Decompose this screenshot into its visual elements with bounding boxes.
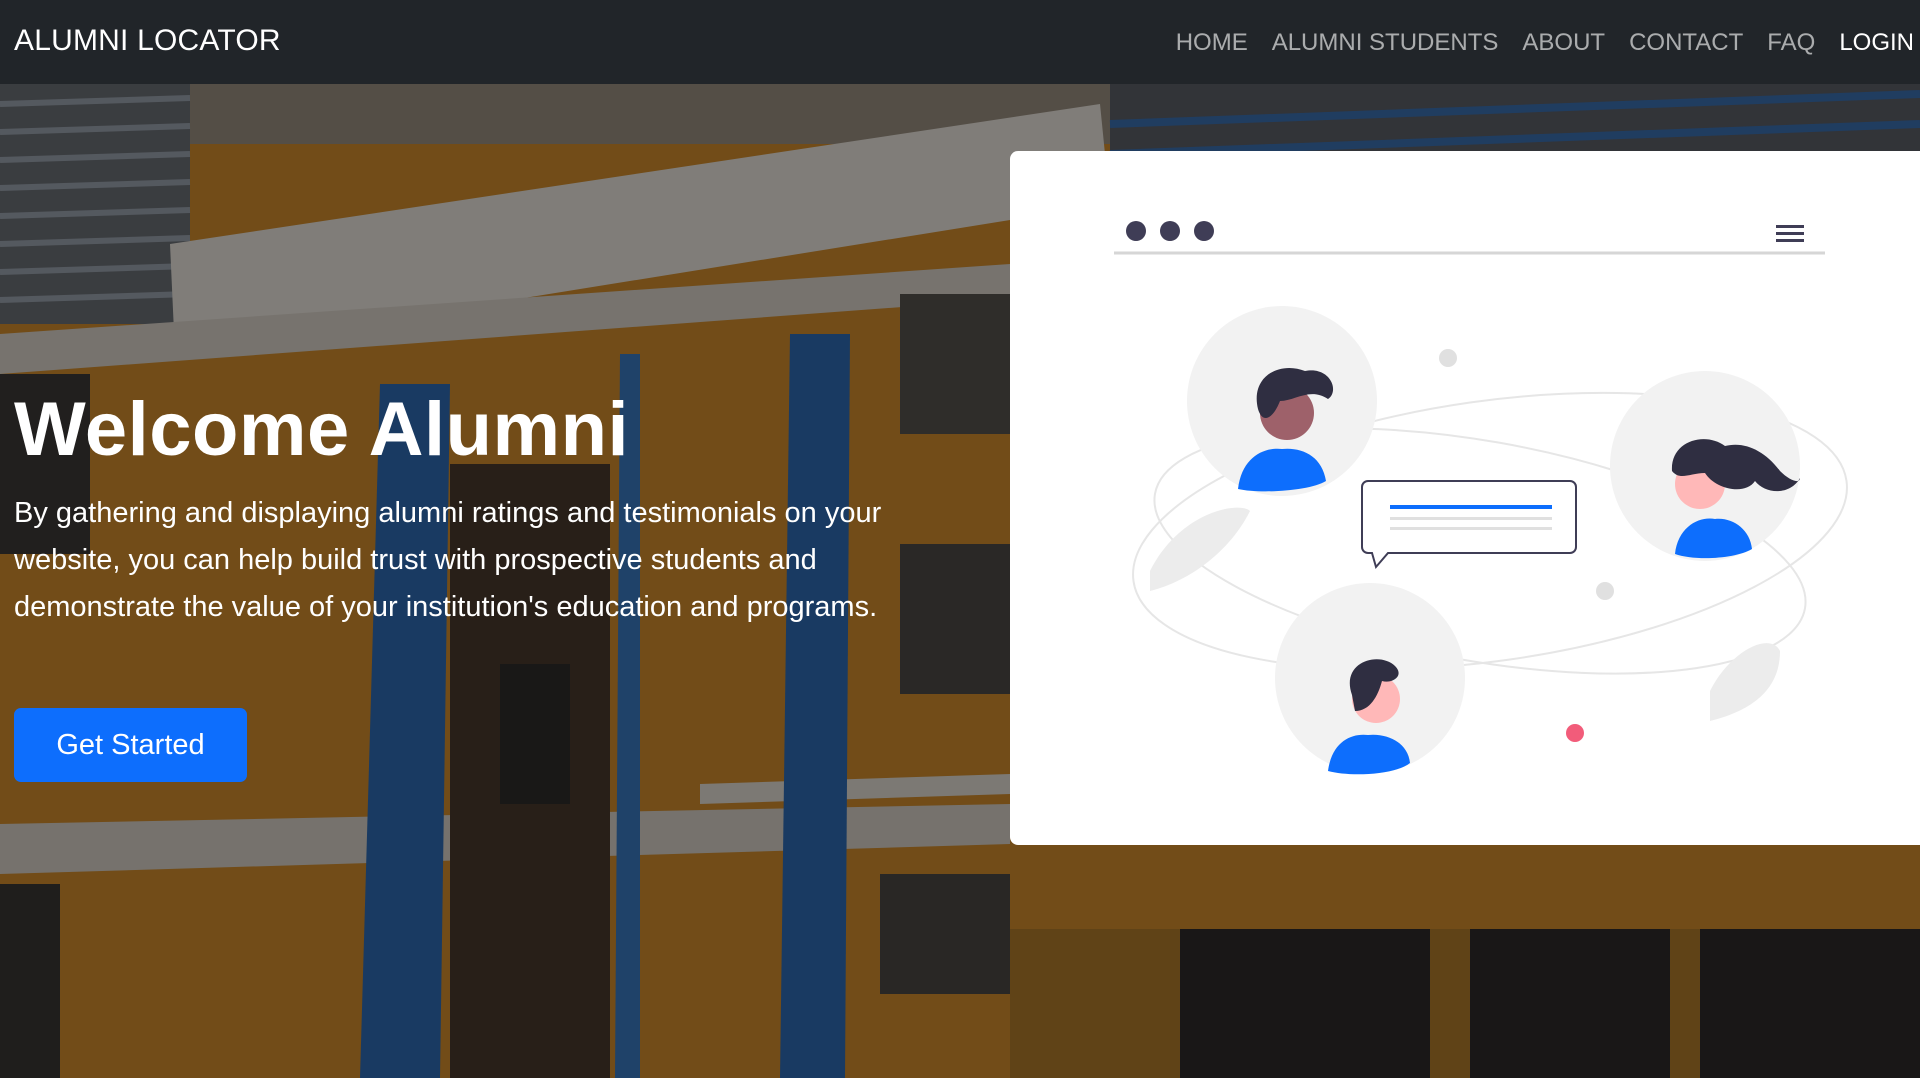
window-dot-2-icon (1160, 221, 1180, 241)
illustration-card (1010, 151, 1920, 845)
window-dot-1-icon (1126, 221, 1146, 241)
nav-link-contact[interactable]: CONTACT (1617, 27, 1755, 59)
nav-link-home[interactable]: HOME (1164, 27, 1260, 59)
hero-text-block: Welcome Alumni By gathering and displayi… (14, 384, 914, 631)
window-dot-3-icon (1194, 221, 1214, 241)
hero-description: By gathering and displaying alumni ratin… (14, 497, 882, 623)
top-navbar: ALUMNI LOCATOR HOME ALUMNI STUDENTS ABOU… (0, 0, 1920, 84)
person-avatar-3 (1275, 583, 1465, 775)
people-chatting-illustration (1114, 221, 1848, 775)
get-started-button[interactable]: Get Started (14, 708, 247, 782)
person-avatar-2 (1610, 371, 1800, 561)
nav-link-faq[interactable]: FAQ (1755, 27, 1827, 59)
nav-links: HOME ALUMNI STUDENTS ABOUT CONTACT FAQ L… (1164, 26, 1918, 60)
hero-title: Welcome Alumni (14, 387, 630, 472)
chat-bubble-icon (1361, 480, 1577, 570)
menu-icon[interactable] (1776, 225, 1804, 242)
nav-link-login[interactable]: LOGIN (1827, 27, 1918, 59)
brand-logo-text[interactable]: ALUMNI LOCATOR (14, 24, 281, 58)
nav-link-alumni-students[interactable]: ALUMNI STUDENTS (1260, 27, 1511, 59)
nav-link-about[interactable]: ABOUT (1510, 27, 1617, 59)
accent-dot (1566, 724, 1584, 742)
person-avatar-1 (1187, 306, 1377, 496)
